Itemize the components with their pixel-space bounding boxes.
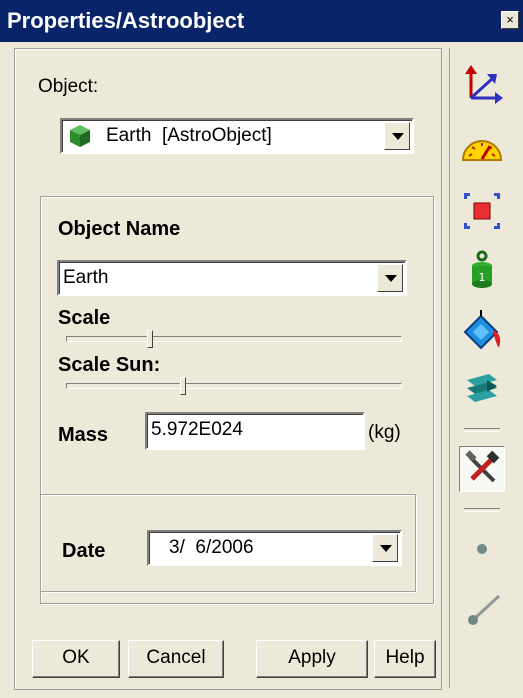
date-value: 3/ 6/2006	[169, 537, 254, 558]
tools-icon[interactable]	[459, 446, 505, 492]
help-button[interactable]: Help	[374, 640, 436, 678]
point-icon	[459, 526, 505, 572]
date-label: Date	[62, 540, 106, 562]
ok-button[interactable]: OK	[32, 640, 120, 678]
scale-slider-track[interactable]	[66, 336, 402, 342]
object-select-value: Earth [AstroObject]	[106, 125, 272, 146]
axes-icon[interactable]	[459, 62, 505, 108]
mass-label: Mass	[58, 424, 109, 446]
side-toolbar: 1	[449, 48, 516, 688]
cube-icon	[67, 123, 93, 153]
window-title: Properties/Astroobject	[7, 8, 245, 33]
scale-sun-slider-thumb[interactable]	[179, 377, 186, 395]
mass-input[interactable]	[151, 419, 351, 441]
mass-input-box[interactable]	[145, 412, 365, 450]
object-label: Object:	[38, 76, 99, 97]
layers-icon[interactable]	[459, 366, 505, 412]
title-bar[interactable]: Properties/Astroobject ×	[0, 0, 523, 42]
line-icon	[459, 588, 505, 634]
chevron-down-icon[interactable]	[377, 264, 403, 292]
speedometer-icon[interactable]	[459, 126, 505, 172]
chevron-down-icon[interactable]	[372, 534, 398, 562]
properties-window: Properties/Astroobject × Object: Earth […	[0, 0, 523, 698]
object-name-label: Object Name	[58, 218, 181, 240]
scale-label: Scale	[58, 307, 111, 329]
svg-text:1: 1	[479, 271, 486, 284]
toolbar-separator	[464, 508, 500, 512]
toolbar-separator	[464, 428, 500, 432]
close-button[interactable]: ×	[501, 11, 519, 29]
mass-weight-icon[interactable]: 1	[459, 248, 505, 294]
date-picker[interactable]: 3/ 6/2006	[147, 530, 402, 566]
scale-sun-label: Scale Sun:	[58, 354, 161, 376]
paint-bucket-icon[interactable]	[459, 308, 505, 354]
object-name-value: Earth	[63, 267, 109, 288]
scale-sun-slider-track[interactable]	[66, 383, 402, 389]
chevron-down-icon[interactable]	[384, 122, 410, 150]
scale-slider-thumb[interactable]	[146, 330, 153, 348]
apply-button[interactable]: Apply	[256, 640, 368, 678]
object-select[interactable]: Earth [AstroObject]	[60, 118, 414, 154]
mass-unit: (kg)	[368, 422, 401, 443]
bounding-box-icon[interactable]	[459, 188, 505, 234]
object-name-select[interactable]: Earth	[57, 260, 407, 296]
cancel-button[interactable]: Cancel	[128, 640, 224, 678]
